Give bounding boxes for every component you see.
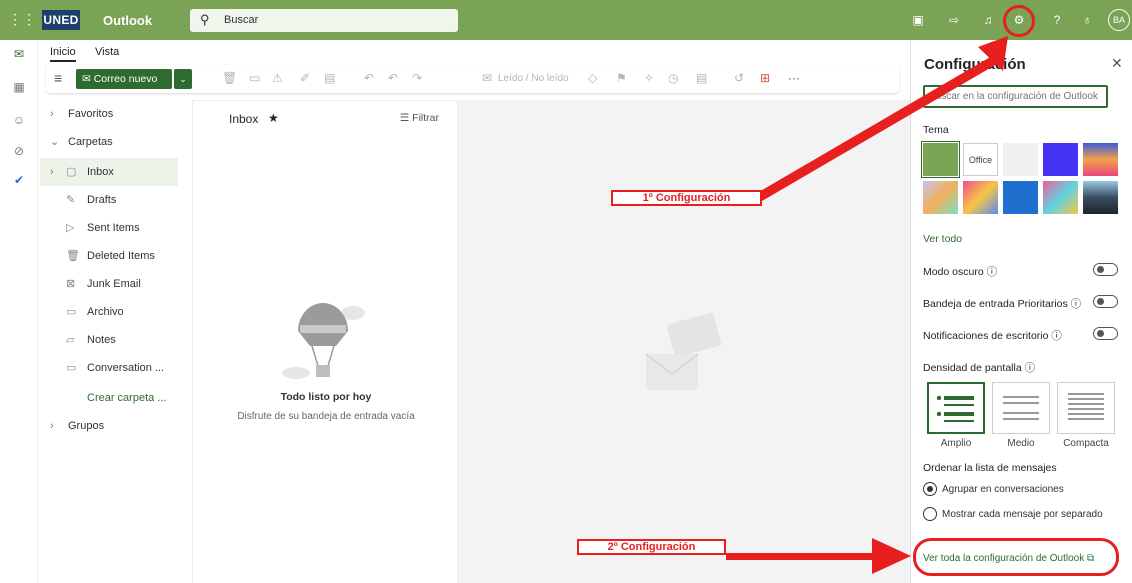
annotation-arrows bbox=[726, 36, 1008, 574]
arrow-shaft-2 bbox=[726, 553, 878, 560]
annotation-label-2: 2º Configuración bbox=[577, 539, 726, 555]
arrow-shaft-1 bbox=[757, 56, 997, 201]
arrow-head-2 bbox=[872, 538, 911, 574]
annotation-label-1: 1º Configuración bbox=[611, 190, 762, 206]
